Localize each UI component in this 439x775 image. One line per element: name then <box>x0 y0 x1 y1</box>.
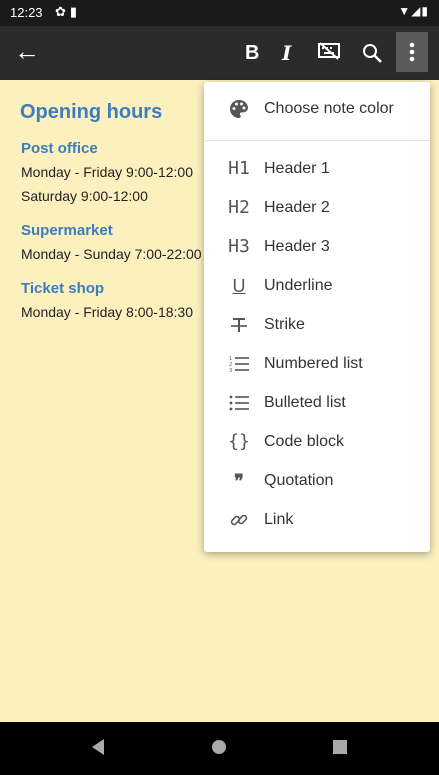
status-system-icons: ▼◢▮ <box>398 4 429 18</box>
navigation-bar <box>0 722 439 775</box>
palette-icon <box>226 91 252 127</box>
section-line: Monday - Friday 8:00-18:30 <box>21 304 193 320</box>
svg-text:3: 3 <box>229 368 232 373</box>
menu-item-label: Header 2 <box>264 199 330 216</box>
bulleted-list-icon <box>226 385 252 421</box>
sd-card-icon: ▮ <box>69 4 82 19</box>
section-line: Monday - Friday 9:00-12:00 <box>21 164 193 180</box>
code-block-icon: {} <box>228 431 250 452</box>
menu-item-underline[interactable]: U Underline <box>204 268 430 304</box>
section-line: Monday - Sunday 7:00-22:00 <box>21 246 202 262</box>
menu-item-label: Numbered list <box>264 355 363 372</box>
h1-icon: H1 <box>228 158 250 179</box>
menu-item-header-2[interactable]: H2 Header 2 <box>204 190 430 226</box>
wifi-icon: ▼ <box>398 4 412 18</box>
numbered-list-icon: 123 <box>226 346 252 382</box>
bold-button[interactable]: B <box>245 42 259 64</box>
nav-home-icon[interactable] <box>212 740 226 754</box>
menu-item-label: Code block <box>264 433 345 450</box>
menu-item-quotation[interactable]: ❞ Quotation <box>204 463 430 499</box>
underline-icon: U <box>232 276 246 296</box>
more-options-button[interactable] <box>396 32 428 72</box>
quotation-icon: ❞ <box>234 471 244 491</box>
menu-divider <box>204 140 430 141</box>
overflow-menu: Choose note color H1 Header 1 H2 Header … <box>204 82 430 552</box>
nav-recents-icon[interactable] <box>333 740 347 754</box>
section-title-ticket-shop: Ticket shop <box>21 280 105 297</box>
battery-icon: ▮ <box>421 4 429 18</box>
menu-item-header-1[interactable]: H1 Header 1 <box>204 151 430 187</box>
menu-item-bulleted-list[interactable]: Bulleted list <box>204 385 430 421</box>
status-bar: 12:23 ✿▮ ▼◢▮ <box>0 0 439 26</box>
menu-item-label: Bulleted list <box>264 394 346 411</box>
menu-item-label: Quotation <box>264 472 334 489</box>
h2-icon: H2 <box>228 197 250 218</box>
link-icon <box>226 502 252 538</box>
status-time: 12:23 <box>10 5 43 20</box>
menu-item-choose-note-color[interactable]: Choose note color <box>204 91 430 127</box>
menu-item-header-3[interactable]: H3 Header 3 <box>204 229 430 265</box>
section-line: Saturday 9:00-12:00 <box>21 188 148 204</box>
nav-back-icon[interactable] <box>92 739 104 755</box>
more-vert-icon <box>409 42 415 62</box>
signal-icon: ◢ <box>411 4 422 18</box>
menu-item-link[interactable]: Link <box>204 502 430 538</box>
search-icon[interactable] <box>361 42 383 64</box>
italic-button[interactable]: I <box>282 42 291 64</box>
note-title: Opening hours <box>20 101 163 123</box>
section-title-post-office: Post office <box>21 140 98 157</box>
menu-item-label: Choose note color <box>264 100 394 117</box>
status-notification-icons: ✿▮ <box>55 4 81 20</box>
h3-icon: H3 <box>228 236 250 257</box>
menu-item-label: Strike <box>264 316 305 333</box>
menu-item-strike[interactable]: Strike <box>204 307 430 343</box>
menu-item-label: Header 3 <box>264 238 330 255</box>
menu-item-label: Underline <box>264 277 333 294</box>
back-arrow-icon[interactable]: ← <box>14 38 40 64</box>
menu-item-code-block[interactable]: {} Code block <box>204 424 430 460</box>
strike-icon <box>226 307 252 343</box>
keyboard-off-icon[interactable] <box>318 42 340 60</box>
menu-item-label: Link <box>264 511 294 528</box>
section-title-supermarket: Supermarket <box>21 222 113 239</box>
menu-item-label: Header 1 <box>264 160 330 177</box>
menu-item-numbered-list[interactable]: 123 Numbered list <box>204 346 430 382</box>
settings-icon: ✿ <box>55 4 70 19</box>
toolbar: ← B I <box>0 26 439 80</box>
